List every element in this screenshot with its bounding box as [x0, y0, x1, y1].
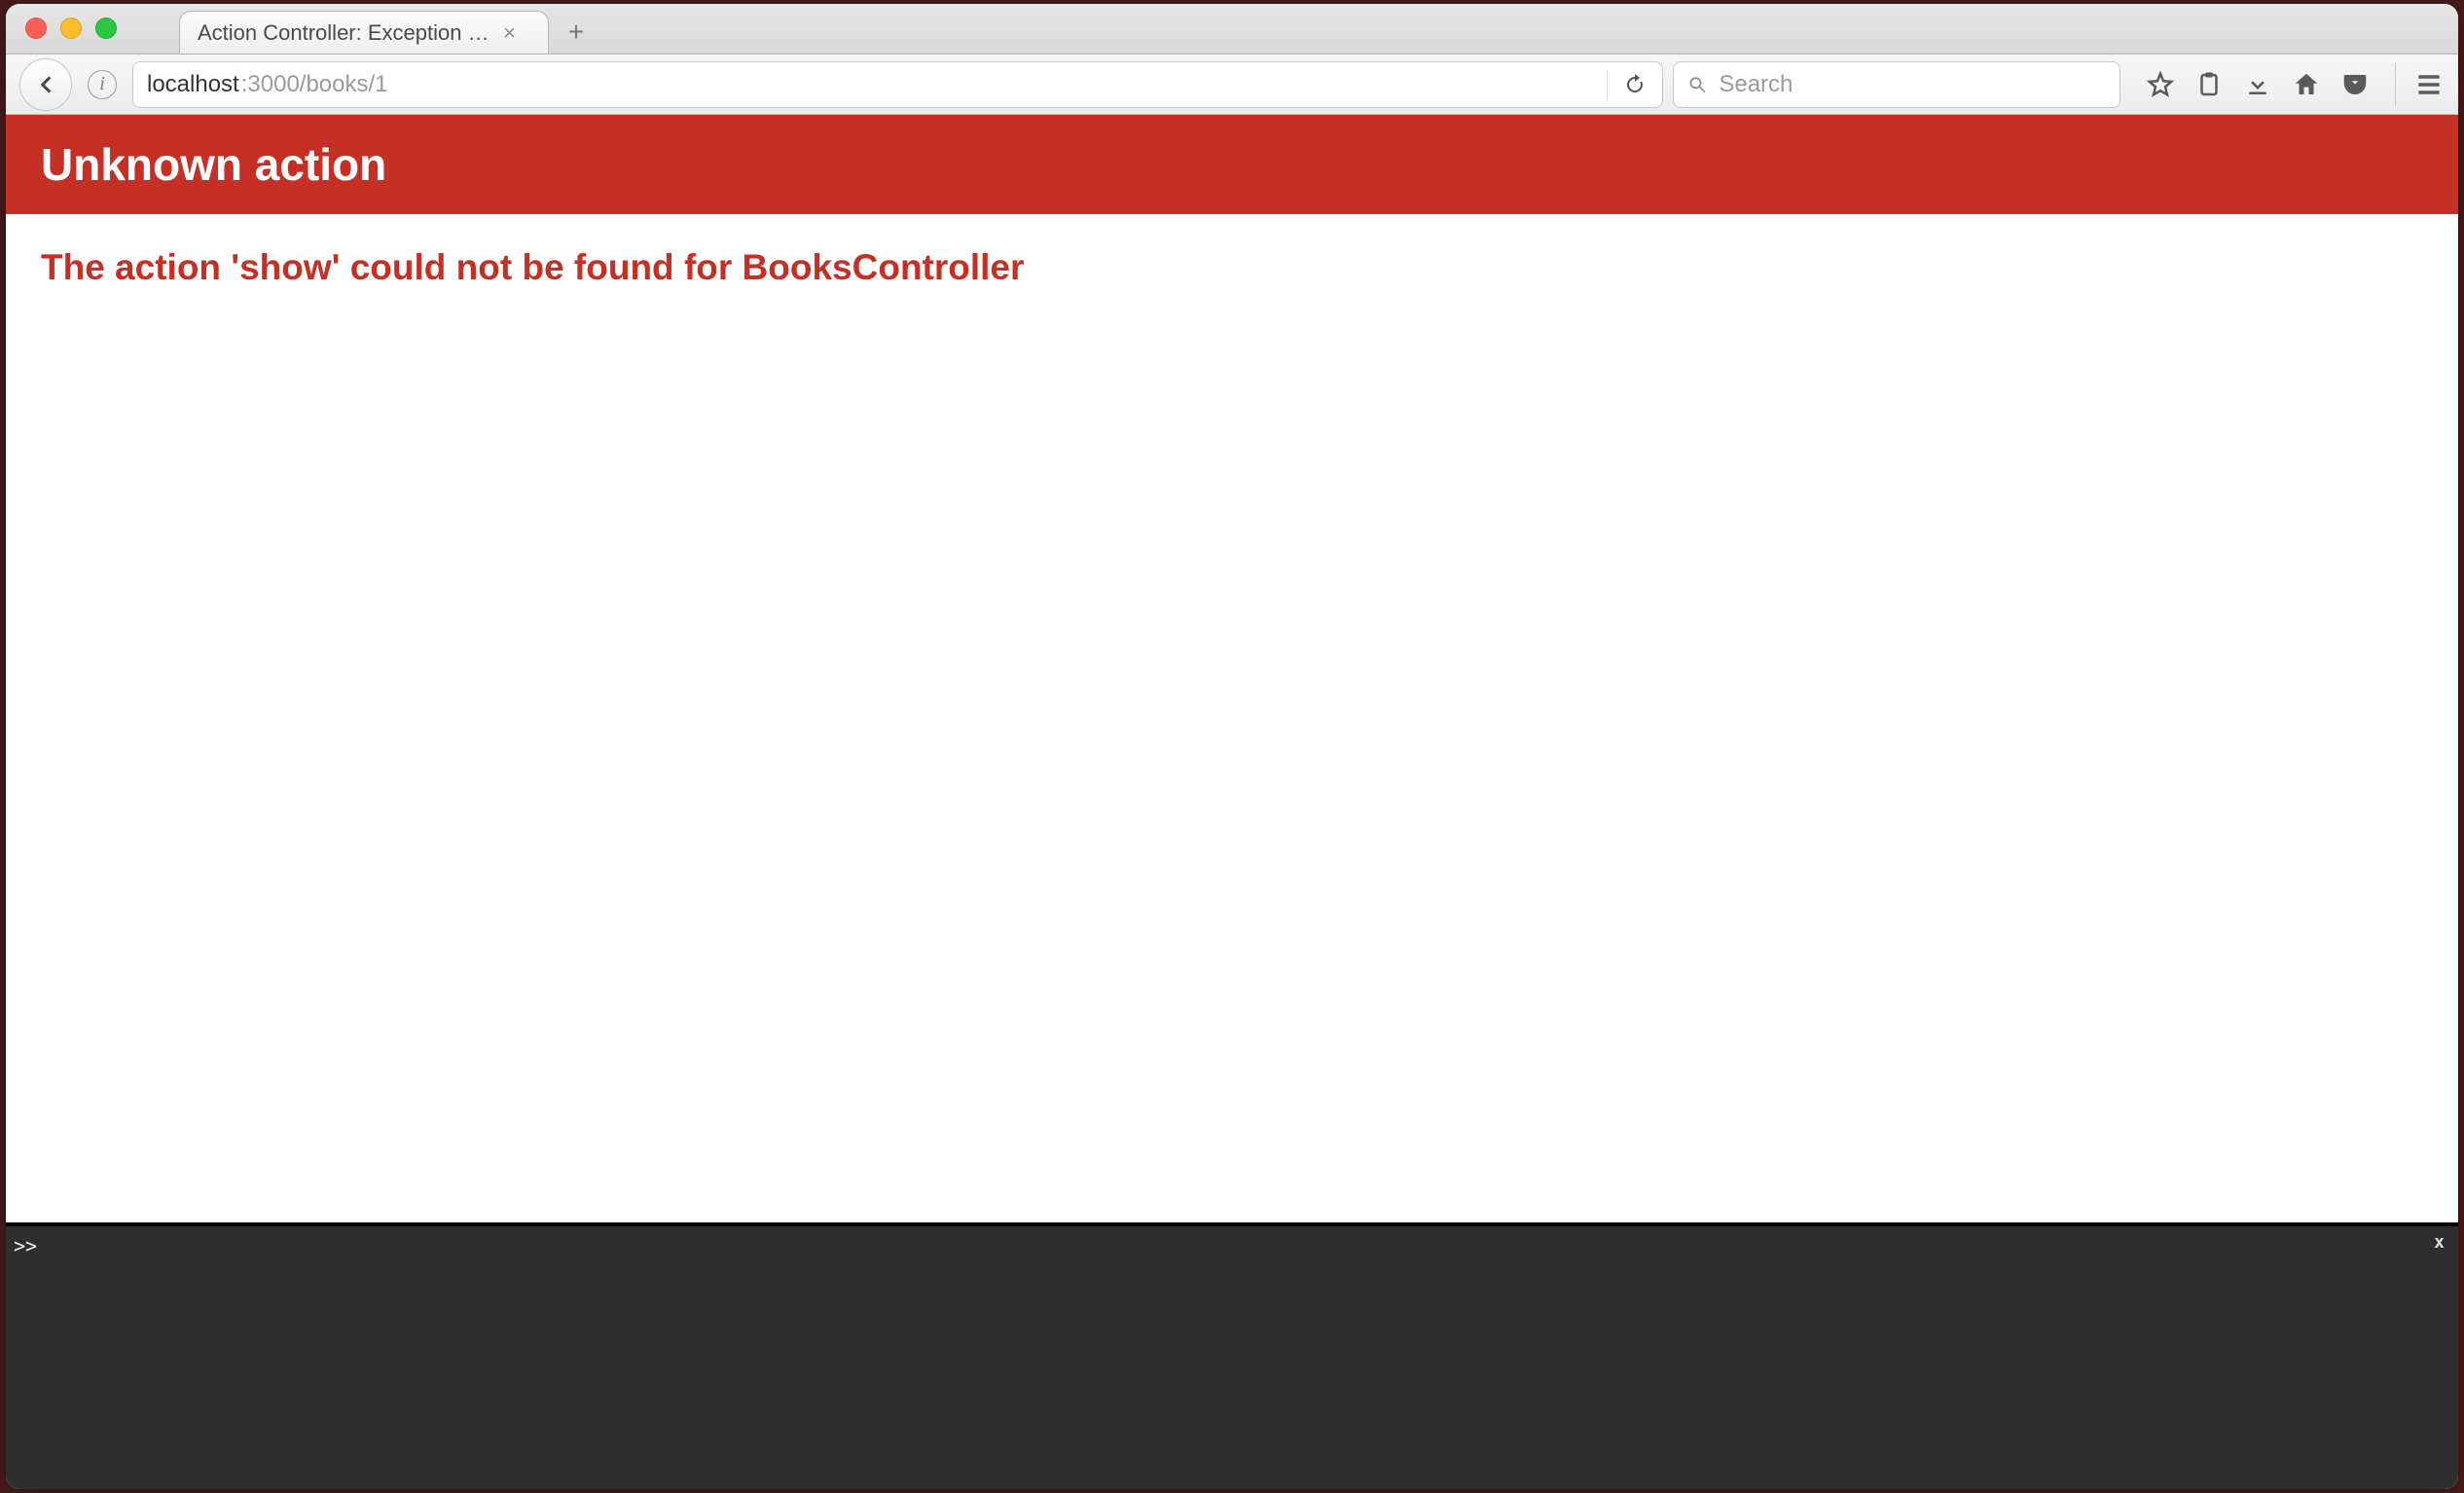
star-icon: [2146, 70, 2175, 99]
close-tab-icon[interactable]: ×: [503, 20, 516, 46]
menu-button[interactable]: [2413, 69, 2445, 100]
tab-bar: Action Controller: Exception ca... × +: [6, 4, 2458, 55]
window-close-button[interactable]: [25, 18, 47, 39]
address-bar[interactable]: localhost :3000/books/1: [132, 61, 1663, 108]
error-banner: Unknown action: [6, 115, 2458, 214]
web-console[interactable]: >> x: [6, 1222, 2458, 1489]
browser-window: Action Controller: Exception ca... × + i…: [6, 4, 2458, 1489]
window-controls: [25, 18, 117, 39]
toolbar-icons: [2130, 70, 2377, 99]
back-button[interactable]: [19, 58, 72, 111]
console-close-button[interactable]: x: [2434, 1232, 2445, 1253]
error-message: The action 'show' could not be found for…: [6, 214, 2458, 321]
info-icon: i: [99, 73, 105, 95]
page-viewport: Unknown action The action 'show' could n…: [6, 115, 2458, 1489]
reading-list-button[interactable]: [2194, 70, 2224, 99]
arrow-left-icon: [33, 72, 58, 97]
pocket-icon: [2340, 70, 2370, 99]
downloads-button[interactable]: [2243, 70, 2272, 99]
window-maximize-button[interactable]: [95, 18, 117, 39]
window-minimize-button[interactable]: [60, 18, 82, 39]
url-host: localhost: [147, 71, 239, 98]
browser-tab[interactable]: Action Controller: Exception ca... ×: [179, 11, 549, 54]
home-button[interactable]: [2292, 70, 2321, 99]
reload-icon: [1623, 73, 1647, 96]
site-info-button[interactable]: i: [88, 70, 117, 99]
pocket-button[interactable]: [2340, 70, 2370, 99]
console-prompt: >>: [14, 1234, 37, 1257]
error-title: Unknown action: [41, 139, 386, 190]
search-bar[interactable]: [1673, 61, 2120, 108]
separator: [2395, 63, 2396, 106]
hamburger-icon: [2413, 69, 2445, 100]
browser-toolbar: i localhost :3000/books/1: [6, 55, 2458, 115]
bookmark-button[interactable]: [2146, 70, 2175, 99]
new-tab-button[interactable]: +: [557, 11, 596, 54]
search-input[interactable]: [1719, 71, 2106, 98]
separator: [1607, 70, 1608, 99]
tab-title: Action Controller: Exception ca...: [198, 20, 489, 46]
search-icon: [1687, 74, 1707, 95]
reload-button[interactable]: [1621, 73, 1649, 96]
home-icon: [2292, 70, 2321, 99]
download-icon: [2243, 70, 2272, 99]
clipboard-icon: [2194, 70, 2224, 99]
url-path: :3000/books/1: [241, 71, 388, 98]
